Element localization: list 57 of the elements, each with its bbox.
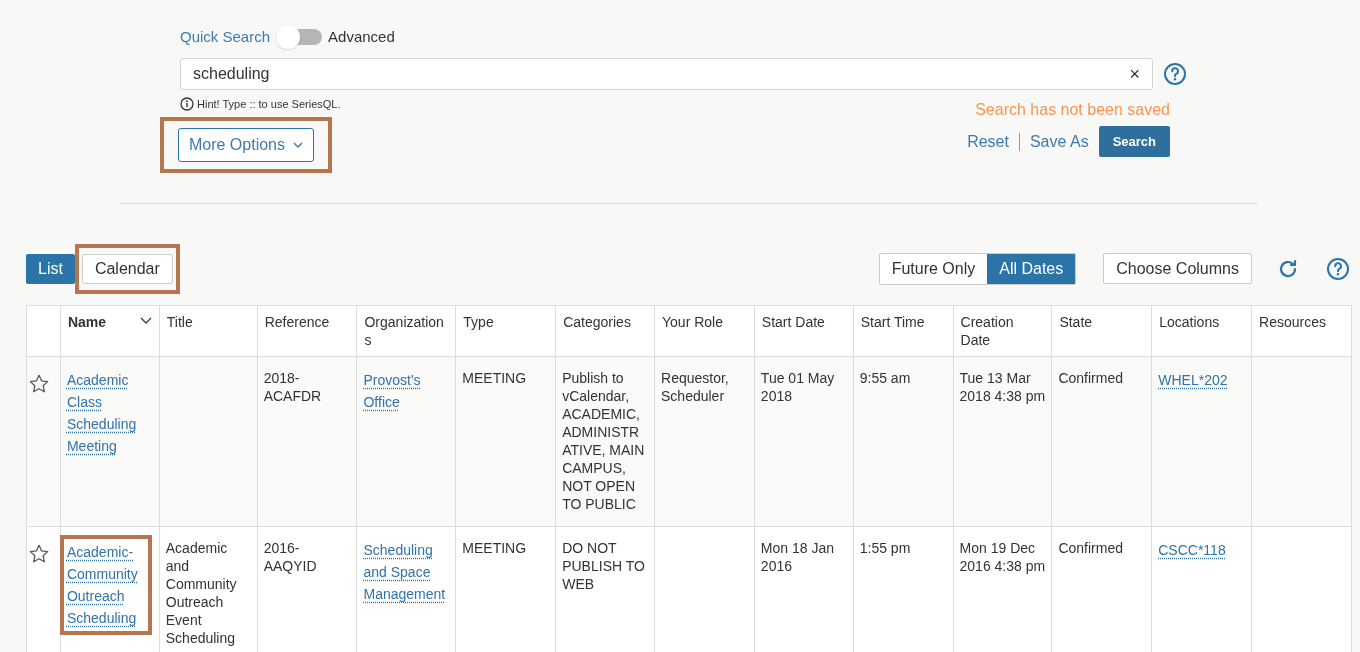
table-cell: Publish to vCalendar, ACADEMIC, ADMINISTRATIVE, MAIN CAMPUS, NOT OPEN TO PUBLIC — [562, 369, 645, 512]
table-cell: DO NOT PUBLISH TO WEB — [562, 539, 645, 592]
table-cell: 2016-AAQYID — [263, 539, 317, 574]
table-cell: Requestor, Scheduler — [661, 369, 729, 404]
search-field[interactable]: scheduling × — [180, 58, 1153, 90]
table-cell: 9:55 am — [859, 369, 911, 386]
column-header[interactable]: Start Time — [853, 305, 954, 356]
table-link[interactable]: CSCC*118 — [1158, 538, 1246, 561]
table-cell: Tue 01 May 2018 — [760, 369, 835, 404]
clear-button[interactable]: × — [1129, 65, 1140, 83]
table-cell: Confirmed — [1058, 369, 1123, 386]
column-header[interactable]: Reference — [257, 305, 358, 356]
date-filter-tab[interactable]: All Dates — [987, 253, 1076, 284]
table-link[interactable]: Academic Class Scheduling Meeting — [66, 368, 153, 457]
table-link[interactable]: Academic-Community Outreach Scheduling — [66, 540, 145, 629]
column-header[interactable]: Resources — [1252, 305, 1351, 356]
table-cell: MEETING — [462, 369, 527, 386]
table-cell: 1:55 pm — [859, 539, 911, 556]
table-link[interactable]: Scheduling and Space Management — [363, 538, 450, 605]
column-header[interactable]: Name — [60, 305, 160, 356]
column-header[interactable]: State — [1052, 305, 1153, 356]
hint-text: Hint! Type :: to use SeriesQL. — [197, 97, 341, 112]
column-header[interactable]: Type — [456, 305, 557, 356]
column-header[interactable]: Your Role — [655, 305, 755, 356]
chevron-down-icon — [293, 141, 303, 148]
chevron-down-icon — [139, 316, 152, 325]
star-icon[interactable] — [28, 542, 50, 565]
search-button[interactable]: Search — [1098, 126, 1170, 157]
column-header[interactable]: Start Date — [754, 305, 854, 356]
table-cell: Mon 18 Jan 2016 — [760, 539, 835, 574]
help-icon[interactable] — [1163, 62, 1187, 86]
view-tab[interactable]: Calendar — [81, 253, 173, 284]
mode-label: Advanced — [328, 26, 395, 47]
info-icon — [180, 97, 194, 112]
column-header[interactable]: Categories — [556, 305, 655, 356]
star-icon[interactable] — [28, 372, 50, 395]
column-header[interactable]: Creation Date — [953, 305, 1053, 356]
save-as-link[interactable]: Save As — [1029, 129, 1089, 154]
table-cell: Confirmed — [1058, 539, 1123, 556]
table-link[interactable]: WHEL*202 — [1158, 368, 1246, 391]
table-cell: Mon 19 Dec 2016 4:38 pm — [959, 539, 1046, 574]
table-cell: Academic and Community Outreach Event Scheduling — [165, 539, 237, 646]
date-filter-tab[interactable]: Future Only — [879, 253, 988, 284]
table-link[interactable]: Provost's Office — [363, 368, 450, 413]
table-cell: Tue 13 Mar 2018 4:38 pm — [959, 369, 1046, 404]
column-header[interactable]: Title — [159, 305, 258, 356]
column-header[interactable]: Organizations — [357, 305, 457, 356]
mode-label: Quick Search — [180, 26, 271, 47]
table-cell: MEETING — [462, 539, 527, 556]
column-header[interactable]: Locations — [1152, 305, 1253, 356]
help-icon[interactable] — [1326, 256, 1350, 281]
view-tab[interactable]: List — [26, 253, 75, 284]
save-status: Search has not been saved — [975, 100, 1170, 120]
table-cell: 2018-ACAFDR — [263, 369, 322, 404]
reset-link[interactable]: Reset — [967, 129, 1009, 154]
choose-columns-button[interactable]: Choose Columns — [1103, 253, 1252, 284]
more-options-button[interactable]: More Options — [177, 127, 314, 162]
